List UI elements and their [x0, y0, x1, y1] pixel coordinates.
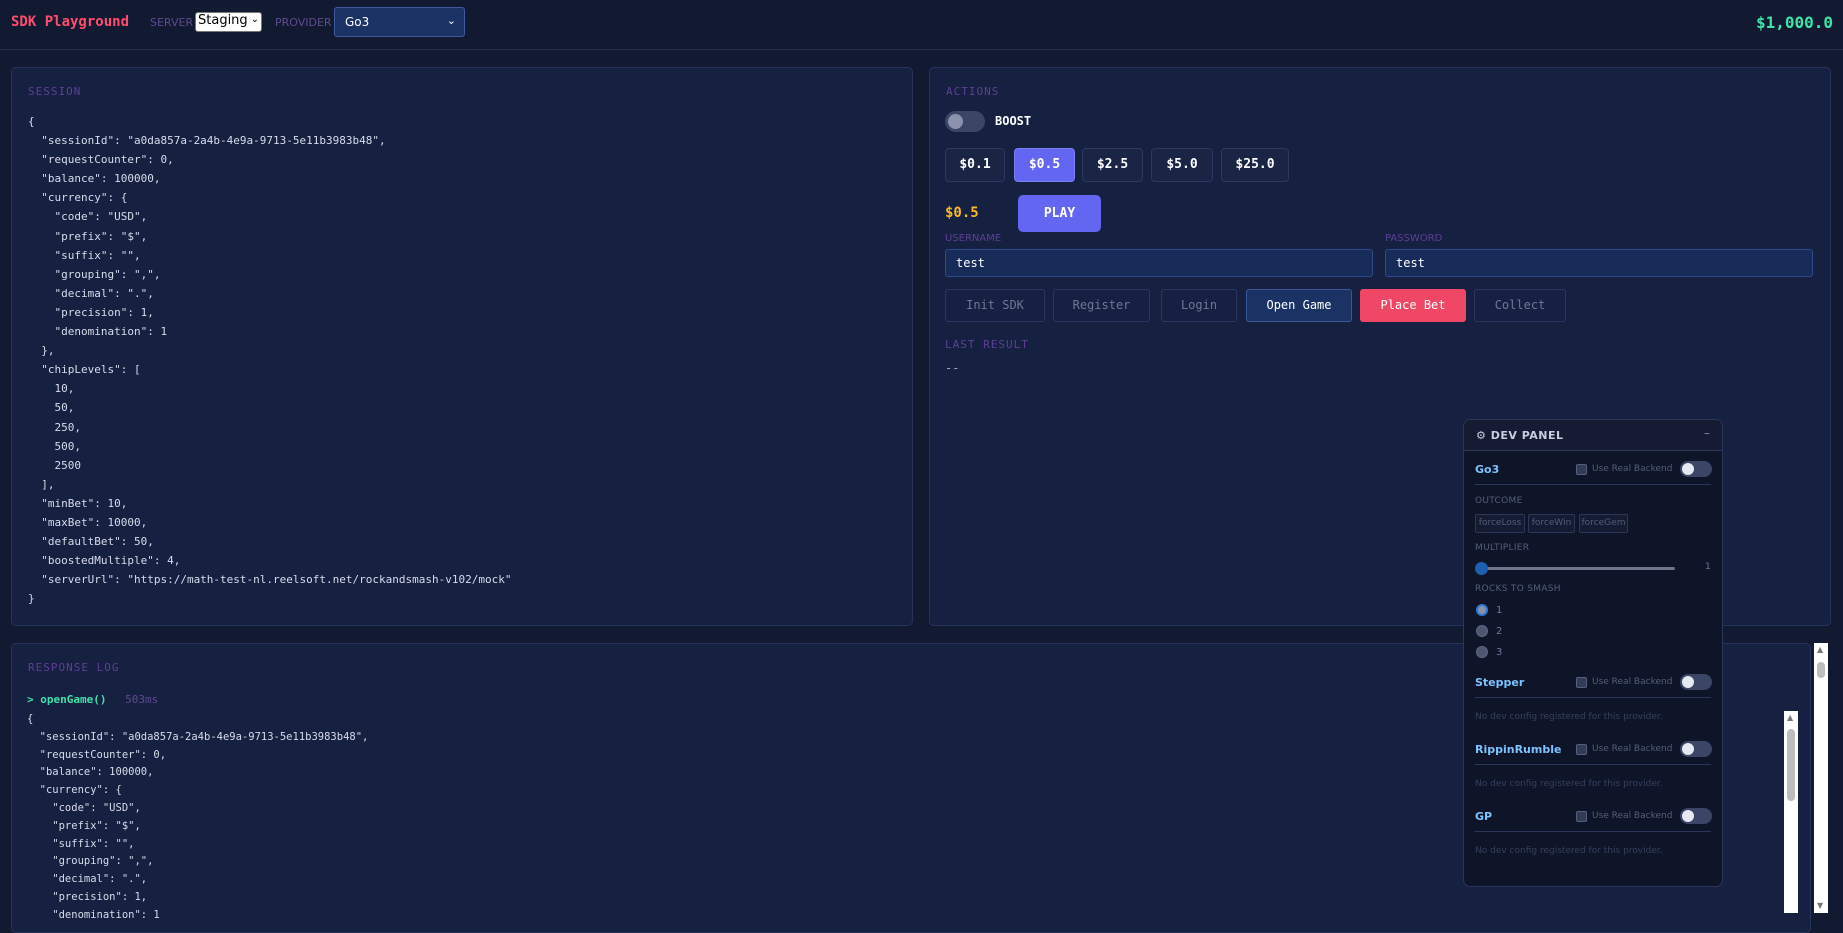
place-bet-button[interactable]: Place Bet: [1360, 289, 1466, 322]
scroll-down-icon[interactable]: ▼: [1817, 901, 1823, 910]
page-scrollbar[interactable]: ▲ ▼: [1814, 643, 1828, 913]
real-backend-checkbox[interactable]: [1576, 464, 1587, 475]
last-result-label: LAST RESULT: [945, 338, 1029, 351]
dev-panel-title-text: DEV PANEL: [1490, 429, 1564, 442]
init-sdk-button[interactable]: Init SDK: [945, 289, 1045, 322]
response-log-title: RESPONSE LOG: [28, 661, 120, 674]
scroll-up-icon[interactable]: ▲: [1787, 713, 1793, 722]
open-game-button[interactable]: Open Game: [1246, 289, 1352, 322]
slider-handle[interactable]: [1475, 562, 1488, 575]
dev-panel: ⚙ DEV PANEL – Go3 Use Real Backend OUTCO…: [1463, 419, 1723, 887]
chevron-down-icon: ⌄: [446, 14, 456, 27]
force-loss-button[interactable]: forceLoss: [1475, 514, 1525, 533]
toggle-knob: [1682, 676, 1694, 688]
session-panel: SESSION { "sessionId": "a0da857a-2a4b-4e…: [11, 67, 913, 626]
chip-button[interactable]: $5.0: [1151, 148, 1213, 182]
toggle-knob: [1682, 463, 1694, 475]
divider: [1475, 697, 1711, 698]
play-button[interactable]: PLAY: [1018, 195, 1101, 232]
log-function: openGame(): [40, 693, 107, 706]
register-button[interactable]: Register: [1053, 289, 1150, 322]
rocks-option-label: 1: [1496, 605, 1503, 616]
multiplier-label: MULTIPLIER: [1475, 543, 1530, 553]
real-backend-checkbox[interactable]: [1576, 744, 1587, 755]
chevron-down-icon: ⌄: [250, 14, 259, 25]
server-select[interactable]: Staging ⌄: [195, 12, 262, 32]
toggle-knob: [1682, 743, 1694, 755]
provider-select[interactable]: Go3 ⌄: [334, 7, 465, 37]
real-backend-label: Use Real Backend: [1592, 464, 1673, 474]
rocks-option-label: 3: [1496, 647, 1503, 658]
toggle-knob: [1682, 810, 1694, 822]
real-backend-label: Use Real Backend: [1592, 744, 1673, 754]
boost-toggle[interactable]: [945, 111, 985, 132]
provider-toggle[interactable]: [1680, 741, 1712, 757]
real-backend-label: Use Real Backend: [1592, 677, 1673, 687]
divider: [1475, 764, 1711, 765]
dev-panel-title: ⚙ DEV PANEL: [1476, 429, 1564, 442]
outcome-label: OUTCOME: [1475, 496, 1523, 506]
provider-name-stepper: Stepper: [1475, 676, 1525, 689]
server-label: SERVER: [150, 16, 194, 29]
rocks-radio-3[interactable]: [1476, 646, 1488, 658]
provider-toggle[interactable]: [1680, 674, 1712, 690]
username-field[interactable]: test: [945, 249, 1373, 277]
log-prefix: >: [27, 693, 34, 706]
provider-name-gp: GP: [1475, 810, 1493, 823]
no-config-text: No dev config registered for this provid…: [1475, 712, 1663, 722]
actions-title: ACTIONS: [946, 85, 1000, 98]
log-entry-json: { "sessionId": "a0da857a-2a4b-4e9a-9713-…: [27, 713, 369, 921]
provider-toggle[interactable]: [1680, 461, 1712, 477]
log-duration: 503ms: [125, 693, 159, 706]
bet-amount: $0.5: [945, 205, 979, 221]
dev-panel-header: ⚙ DEV PANEL –: [1464, 420, 1722, 451]
boost-label: BOOST: [995, 114, 1032, 128]
log-entry-header: > openGame() 503ms: [27, 693, 158, 706]
top-bar: SDK Playground SERVER Staging ⌄ PROVIDER…: [0, 0, 1843, 50]
rocks-radio-1[interactable]: [1476, 604, 1488, 616]
provider-label: PROVIDER: [275, 16, 332, 29]
rocks-radio-2[interactable]: [1476, 625, 1488, 637]
gear-icon: ⚙: [1476, 429, 1487, 442]
username-label: USERNAME: [945, 233, 1002, 244]
app-title: SDK Playground: [11, 14, 130, 30]
provider-name-go3: Go3: [1475, 463, 1500, 476]
multiplier-value: 1: [1705, 562, 1711, 572]
password-field[interactable]: test: [1385, 249, 1813, 277]
chip-button[interactable]: $2.5: [1082, 148, 1143, 182]
scrollbar-thumb[interactable]: [1817, 662, 1825, 678]
collect-button[interactable]: Collect: [1474, 289, 1566, 322]
real-backend-checkbox[interactable]: [1576, 811, 1587, 822]
dev-panel-scrollbar[interactable]: ▲: [1784, 711, 1798, 913]
divider: [1475, 484, 1711, 485]
real-backend-label: Use Real Backend: [1592, 811, 1673, 821]
force-gem-button[interactable]: forceGem: [1579, 514, 1628, 533]
scroll-up-icon[interactable]: ▲: [1817, 645, 1823, 654]
balance-display: $1,000.0: [1755, 13, 1833, 32]
server-select-value: Staging: [198, 13, 248, 28]
no-config-text: No dev config registered for this provid…: [1475, 779, 1663, 789]
provider-name-rippinrumble: RippinRumble: [1475, 743, 1562, 756]
provider-select-value: Go3: [345, 15, 370, 29]
rocks-label: ROCKS TO SMASH: [1475, 584, 1561, 594]
divider: [1475, 831, 1711, 832]
last-result-value: --: [945, 361, 960, 375]
multiplier-slider[interactable]: [1475, 567, 1675, 570]
chip-button-selected[interactable]: $0.5: [1014, 148, 1075, 182]
password-label: PASSWORD: [1385, 233, 1443, 244]
chip-button[interactable]: $0.1: [945, 148, 1005, 182]
force-win-button[interactable]: forceWin: [1528, 514, 1575, 533]
session-json: { "sessionId": "a0da857a-2a4b-4e9a-9713-…: [28, 115, 512, 606]
scrollbar-thumb[interactable]: [1787, 729, 1795, 801]
login-button[interactable]: Login: [1161, 289, 1237, 322]
chip-button[interactable]: $25.0: [1221, 148, 1289, 182]
real-backend-checkbox[interactable]: [1576, 677, 1587, 688]
rocks-option-label: 2: [1496, 626, 1503, 637]
toggle-knob: [948, 114, 963, 129]
session-title: SESSION: [28, 85, 82, 98]
no-config-text: No dev config registered for this provid…: [1475, 846, 1663, 856]
minimize-icon[interactable]: –: [1704, 426, 1710, 440]
provider-toggle[interactable]: [1680, 808, 1712, 824]
